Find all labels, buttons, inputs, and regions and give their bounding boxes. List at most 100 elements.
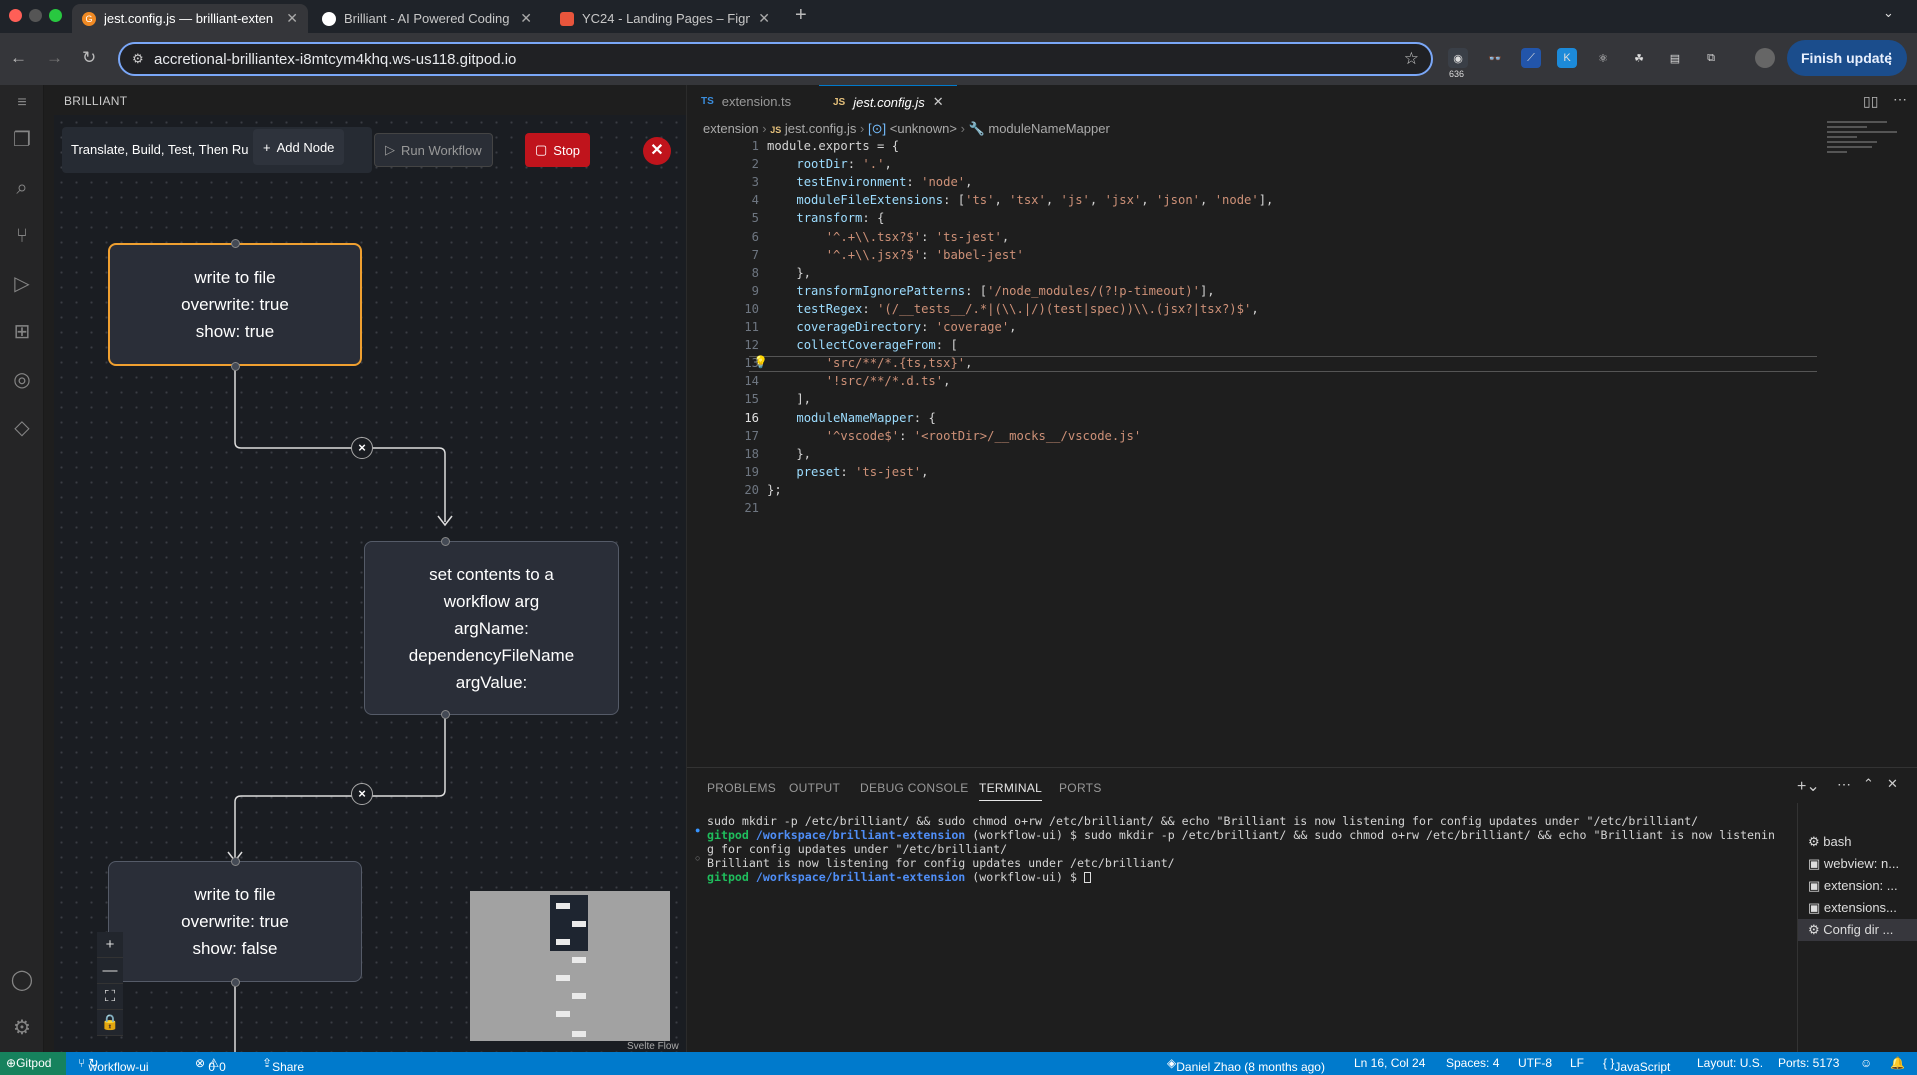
source-control-icon[interactable]: ⑂ [10,224,34,248]
terminal-list-item[interactable]: ▣ webview: n... [1798,853,1917,875]
address-bar[interactable]: ⚙ accretional-brilliantex-i8mtcym4khq.ws… [118,42,1433,76]
browser-tab-jest-config[interactable]: G jest.config.js — brilliant-exten ✕ [72,4,308,33]
eol[interactable]: LF [1570,1056,1584,1070]
terminal-list-item[interactable]: ▣ extension: ... [1798,875,1917,897]
workflow-node[interactable]: write to file overwrite: true show: fals… [108,861,362,982]
terminal-list-item[interactable]: ▣ extensions... [1798,897,1917,919]
maximize-panel-icon[interactable]: ⌃ [1863,776,1874,792]
workflow-node[interactable]: write to file overwrite: true show: true [108,243,362,366]
fit-view-button[interactable]: ⛶ [97,984,123,1010]
branch-button[interactable]: ⑂ workflow-ui ↻ [78,1056,149,1074]
menu-icon[interactable]: ≡ [10,91,34,115]
browser-tab-brilliant[interactable]: Brilliant - AI Powered Coding ✕ [312,4,542,33]
more-actions-icon[interactable]: ⋯ [1837,776,1851,793]
copilot-icon[interactable]: ☺ [1860,1056,1872,1070]
problems-button[interactable]: ⊗ 0 ⚠ 0 [195,1056,226,1074]
editor-tab-jest-config[interactable]: JS jest.config.js ✕ [819,85,957,118]
gitpod-remote-button[interactable]: ⊕ Gitpod [0,1052,66,1075]
reload-icon[interactable]: ↻ [82,48,96,68]
extension-icon[interactable]: ⟋ [1521,48,1541,68]
extensions-icon[interactable]: ⊞ [10,320,34,344]
add-node-button[interactable]: + Add Node [253,129,345,165]
brilliant-icon[interactable]: ◇ [10,416,34,440]
terminal-list-item[interactable]: ⚙ bash [1798,831,1917,853]
stop-button[interactable]: ▢ Stop [525,133,591,167]
workflow-name[interactable]: Translate, Build, Test, Then Ru [71,142,253,157]
encoding[interactable]: UTF-8 [1518,1056,1552,1070]
back-icon[interactable]: ← [10,48,27,68]
notifications-bell-icon[interactable]: 🔔 [1890,1056,1905,1070]
node-output-handle[interactable] [231,362,240,371]
zoom-in-button[interactable]: + [97,932,123,958]
site-info-icon[interactable]: ⚙ [132,51,144,67]
editor-tab-extension-ts[interactable]: TS extension.ts [687,85,817,118]
accounts-icon[interactable]: ◯ [10,968,34,992]
github-icon[interactable]: ◎ [10,368,34,392]
extension-icon[interactable]: ◉ [1448,48,1468,68]
node-input-handle[interactable] [231,239,240,248]
maximize-window-button[interactable] [49,9,62,22]
settings-gear-icon[interactable]: ⚙ [10,1016,34,1040]
delete-edge-icon[interactable]: × [351,783,373,805]
terminal-output[interactable]: sudo mkdir -p /etc/brilliant/ && sudo ch… [707,814,1775,884]
tab-output[interactable]: OUTPUT [789,781,840,795]
svelte-flow-attribution[interactable]: Svelte Flow [627,1041,679,1052]
extensions-puzzle-icon[interactable]: ⧉ [1701,48,1721,68]
workflow-node[interactable]: set contents to a workflow arg argName: … [364,541,619,715]
workflow-canvas[interactable]: Translate, Build, Test, Then Ru + Add No… [54,115,686,1052]
close-window-button[interactable] [9,9,22,22]
node-output-handle[interactable] [231,978,240,987]
more-actions-icon[interactable]: ⋯ [1893,91,1907,108]
node-input-handle[interactable] [231,857,240,866]
tab-debug-console[interactable]: DEBUG CONSOLE [860,781,969,795]
profile-avatar[interactable] [1755,48,1775,68]
indentation[interactable]: Spaces: 4 [1446,1056,1499,1070]
run-workflow-button[interactable]: ▷ Run Workflow [374,133,493,167]
close-tab-icon[interactable]: ✕ [933,94,944,110]
breadcrumb-item[interactable]: jest.config.js [785,121,857,136]
cursor-position[interactable]: Ln 16, Col 24 [1354,1056,1425,1070]
node-output-handle[interactable] [441,710,450,719]
split-editor-icon[interactable]: ▯▯ [1863,93,1878,110]
glasses-extension-icon[interactable]: 👓 [1485,48,1505,68]
tab-problems[interactable]: PROBLEMS [707,781,776,795]
close-tab-icon[interactable]: ✕ [758,10,770,27]
sidepanel-icon[interactable]: ▤ [1665,48,1685,68]
keyboard-layout[interactable]: Layout: U.S. [1697,1056,1763,1070]
tab-terminal[interactable]: TERMINAL [979,781,1043,801]
finish-update-button[interactable]: Finish update ⋮ [1787,40,1907,76]
minimap[interactable] [470,891,670,1041]
new-tab-icon[interactable]: + [795,4,807,27]
new-terminal-icon[interactable]: +⌄ [1797,776,1820,796]
close-tab-icon[interactable]: ✕ [286,10,298,27]
breadcrumb-item[interactable]: extension [703,121,759,136]
tab-ports[interactable]: PORTS [1059,781,1102,795]
breadcrumb-item[interactable]: <unknown> [890,121,957,136]
minimize-window-button[interactable] [29,9,42,22]
tab-search-icon[interactable]: ⌄ [1883,5,1894,21]
react-extension-icon[interactable]: ⚛ [1593,48,1613,68]
forward-icon[interactable]: → [46,48,63,68]
extension-icon[interactable]: K [1557,48,1577,68]
run-debug-icon[interactable]: ▷ [10,272,34,296]
close-panel-icon[interactable]: ✕ [1887,776,1898,792]
close-tab-icon[interactable]: ✕ [520,10,532,27]
more-vert-icon[interactable]: ⋮ [1883,50,1897,67]
delete-edge-icon[interactable]: × [351,437,373,459]
search-icon[interactable]: ⌕ [10,176,34,200]
zoom-out-button[interactable]: — [97,958,123,984]
explorer-icon[interactable]: ❐ [10,128,34,152]
share-button[interactable]: ⇪ Share [262,1056,304,1074]
browser-tab-figma[interactable]: YC24 - Landing Pages – Figm ✕ [550,4,780,33]
lock-icon[interactable]: 🔒 [97,1010,123,1036]
breadcrumb-item[interactable]: moduleNameMapper [988,121,1109,136]
language-mode[interactable]: { } JavaScript [1603,1056,1670,1074]
git-blame[interactable]: ◈ Daniel Zhao (8 months ago) [1167,1056,1325,1074]
close-workflow-icon[interactable]: ✕ [643,137,671,165]
extension-icon[interactable]: ☘ [1629,48,1649,68]
node-input-handle[interactable] [441,537,450,546]
ports-status[interactable]: Ports: 5173 [1778,1056,1839,1070]
minimap[interactable] [1827,115,1907,175]
terminal-list-item[interactable]: ⚙ Config dir ... [1798,919,1917,941]
bookmark-star-icon[interactable]: ☆ [1404,49,1419,69]
